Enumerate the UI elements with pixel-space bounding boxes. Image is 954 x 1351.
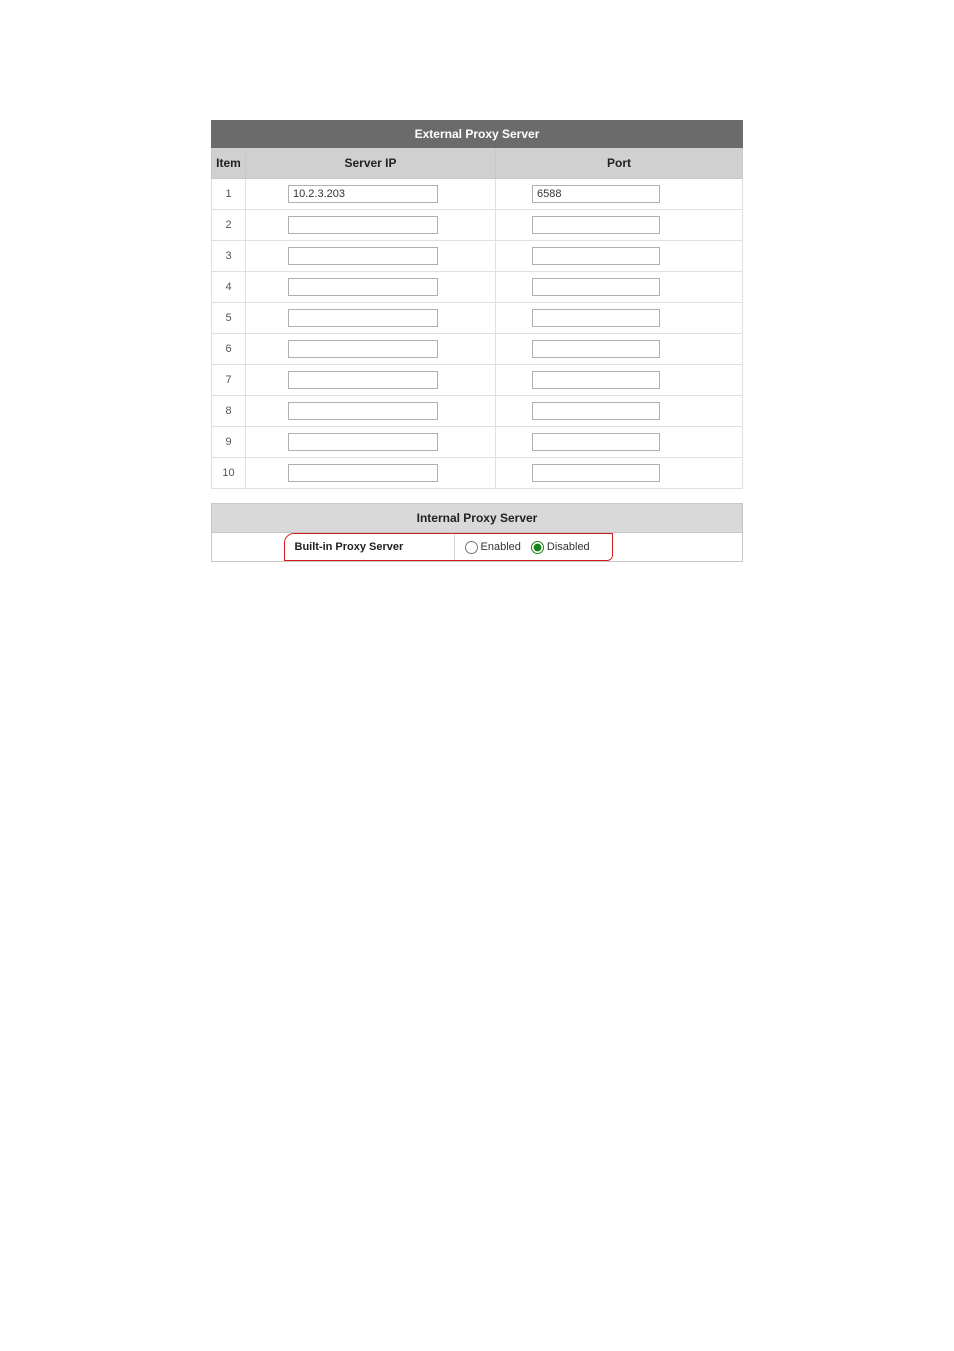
port-input[interactable] (532, 371, 660, 389)
external-proxy-title: External Proxy Server (212, 121, 743, 148)
port-input[interactable] (532, 278, 660, 296)
col-header-server-ip: Server IP (246, 148, 496, 179)
port-input[interactable] (532, 247, 660, 265)
server-ip-cell (246, 334, 496, 365)
item-cell: 9 (212, 427, 246, 458)
built-in-proxy-options: Enabled Disabled (455, 534, 612, 560)
server-ip-cell (246, 303, 496, 334)
server-ip-input[interactable] (288, 216, 438, 234)
port-cell (496, 458, 743, 489)
built-in-proxy-row: Built-in Proxy Server Enabled Disabled (284, 533, 613, 561)
radio-enabled-label: Enabled (481, 541, 521, 553)
server-ip-input[interactable] (288, 278, 438, 296)
radio-disabled-wrap[interactable]: Disabled (531, 541, 590, 554)
port-cell (496, 210, 743, 241)
table-row: 7 (212, 365, 743, 396)
item-cell: 10 (212, 458, 246, 489)
external-proxy-table: External Proxy Server Item Server IP Por… (211, 120, 743, 489)
col-header-port: Port (496, 148, 743, 179)
spacer-left (212, 533, 284, 562)
table-row: 1 (212, 179, 743, 210)
table-row: 9 (212, 427, 743, 458)
server-ip-input[interactable] (288, 247, 438, 265)
internal-proxy-title: Internal Proxy Server (212, 504, 743, 533)
radio-disabled-label: Disabled (547, 541, 590, 553)
table-row: 10 (212, 458, 743, 489)
server-ip-input[interactable] (288, 185, 438, 203)
port-input[interactable] (532, 340, 660, 358)
server-ip-input[interactable] (288, 309, 438, 327)
port-cell (496, 396, 743, 427)
item-cell: 7 (212, 365, 246, 396)
table-row: 5 (212, 303, 743, 334)
radio-enabled[interactable] (465, 541, 478, 554)
item-cell: 4 (212, 272, 246, 303)
server-ip-input[interactable] (288, 464, 438, 482)
server-ip-input[interactable] (288, 340, 438, 358)
server-ip-cell (246, 396, 496, 427)
port-input[interactable] (532, 433, 660, 451)
internal-proxy-table: Internal Proxy Server Built-in Proxy Ser… (211, 503, 743, 562)
table-row: 8 (212, 396, 743, 427)
port-cell (496, 303, 743, 334)
server-ip-cell (246, 458, 496, 489)
port-input[interactable] (532, 309, 660, 327)
server-ip-cell (246, 272, 496, 303)
server-ip-input[interactable] (288, 371, 438, 389)
server-ip-cell (246, 427, 496, 458)
spacer-right (613, 533, 743, 562)
port-cell (496, 427, 743, 458)
table-row: 3 (212, 241, 743, 272)
server-ip-input[interactable] (288, 433, 438, 451)
port-cell (496, 334, 743, 365)
server-ip-cell (246, 210, 496, 241)
item-cell: 1 (212, 179, 246, 210)
port-cell (496, 365, 743, 396)
radio-enabled-wrap[interactable]: Enabled (465, 541, 521, 554)
server-ip-input[interactable] (288, 402, 438, 420)
table-row: 2 (212, 210, 743, 241)
item-cell: 3 (212, 241, 246, 272)
server-ip-cell (246, 241, 496, 272)
port-input[interactable] (532, 464, 660, 482)
port-input[interactable] (532, 185, 660, 203)
item-cell: 6 (212, 334, 246, 365)
server-ip-cell (246, 179, 496, 210)
server-ip-cell (246, 365, 496, 396)
table-row: 4 (212, 272, 743, 303)
table-row: 6 (212, 334, 743, 365)
col-header-item: Item (212, 148, 246, 179)
port-input[interactable] (532, 216, 660, 234)
built-in-proxy-label: Built-in Proxy Server (285, 534, 455, 560)
item-cell: 8 (212, 396, 246, 427)
port-cell (496, 179, 743, 210)
port-input[interactable] (532, 402, 660, 420)
radio-disabled[interactable] (531, 541, 544, 554)
port-cell (496, 272, 743, 303)
item-cell: 5 (212, 303, 246, 334)
port-cell (496, 241, 743, 272)
item-cell: 2 (212, 210, 246, 241)
